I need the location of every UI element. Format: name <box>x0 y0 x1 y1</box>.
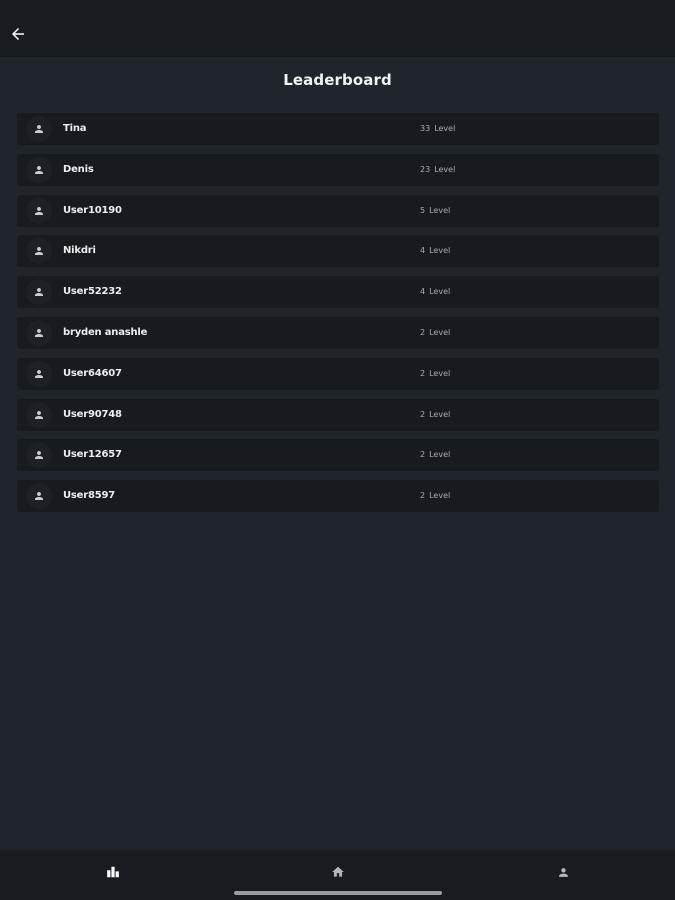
avatar <box>26 279 52 306</box>
avatar <box>26 116 52 142</box>
page-title: Leaderboard <box>283 71 392 89</box>
avatar <box>26 401 52 428</box>
level-value: 2 <box>420 327 426 337</box>
leaderboard-row-2[interactable]: Denis 23 Level <box>17 153 659 186</box>
app-root: Leaderboard Tina 33 Level Denis 23 Level U… <box>0 0 675 900</box>
level-label: Level <box>434 164 456 174</box>
leaderboard-row-4[interactable]: Nikdri 4 Level <box>17 235 659 268</box>
username: User90748 <box>63 408 122 420</box>
username: Tina <box>63 123 87 134</box>
level-indicator: 23 Level <box>420 154 455 186</box>
nav-home-button[interactable] <box>326 860 350 884</box>
username: User64607 <box>63 367 122 379</box>
username: User52232 <box>63 286 122 298</box>
level-value: 2 <box>420 409 426 419</box>
top-app-bar <box>0 0 675 57</box>
nav-leaderboard-button[interactable] <box>101 860 125 884</box>
arrow-left-icon <box>12 28 24 40</box>
level-label: Level <box>434 124 456 133</box>
person-icon <box>35 125 43 133</box>
level-indicator: 4 Level <box>420 235 450 267</box>
level-label: Level <box>429 327 451 337</box>
avatar <box>26 360 52 387</box>
leaderboard-row-1[interactable]: Tina 33 Level <box>17 113 659 145</box>
level-value: 4 <box>420 287 426 297</box>
level-label: Level <box>429 450 451 460</box>
avatar <box>26 483 52 510</box>
person-icon <box>35 206 43 215</box>
leaderboard-row-8[interactable]: User90748 2 Level <box>17 398 659 431</box>
leaderboard-row-10[interactable]: User8597 2 Level <box>17 480 659 513</box>
level-value: 2 <box>420 368 426 378</box>
level-value: 5 <box>420 205 426 215</box>
person-icon <box>35 410 43 419</box>
person-icon <box>35 492 43 501</box>
nav-profile-button[interactable] <box>551 860 575 884</box>
level-indicator: 2 Level <box>420 399 450 431</box>
level-label: Level <box>429 205 451 215</box>
avatar <box>26 238 52 265</box>
username: bryden anashle <box>63 326 148 338</box>
level-value: 33 <box>420 124 431 133</box>
level-indicator: 5 Level <box>420 195 450 227</box>
level-indicator: 2 Level <box>420 480 450 512</box>
level-label: Level <box>429 409 451 419</box>
leaderboard-row-3[interactable]: User10190 5 Level <box>17 194 659 227</box>
person-icon <box>35 451 43 460</box>
avatar <box>26 197 52 224</box>
avatar <box>26 156 52 183</box>
profile-icon <box>558 867 568 877</box>
level-value: 4 <box>420 246 426 256</box>
level-indicator: 2 Level <box>420 317 450 349</box>
person-icon <box>35 328 43 337</box>
leaderboard-icon <box>107 866 119 878</box>
leaderboard-row-7[interactable]: User64607 2 Level <box>17 357 659 390</box>
person-icon <box>35 247 43 256</box>
system-home-indicator[interactable] <box>234 891 442 895</box>
level-value: 23 <box>420 164 431 174</box>
leaderboard-row-5[interactable]: User52232 4 Level <box>17 276 659 309</box>
leaderboard-row-9[interactable]: User12657 2 Level <box>17 439 659 472</box>
level-value: 2 <box>420 450 426 460</box>
level-label: Level <box>429 246 451 256</box>
username: Nikdri <box>63 245 96 257</box>
level-indicator: 2 Level <box>420 358 450 390</box>
level-label: Level <box>429 287 451 297</box>
home-icon <box>332 866 344 877</box>
username: User12657 <box>63 449 122 461</box>
avatar <box>26 319 52 346</box>
username: User10190 <box>63 204 122 216</box>
level-label: Level <box>429 491 451 501</box>
level-indicator: 4 Level <box>420 276 450 308</box>
leaderboard-list: Tina 33 Level Denis 23 Level User10190 5 Le… <box>17 113 659 521</box>
avatar <box>26 442 52 469</box>
person-icon <box>35 288 43 297</box>
level-indicator: 2 Level <box>420 439 450 471</box>
level-label: Level <box>429 368 451 378</box>
person-icon <box>35 369 43 378</box>
username: User8597 <box>63 490 116 502</box>
username: Denis <box>63 163 94 175</box>
person-icon <box>35 165 43 174</box>
back-button[interactable] <box>6 22 30 46</box>
level-value: 2 <box>420 491 426 501</box>
leaderboard-row-6[interactable]: bryden anashle 2 Level <box>17 316 659 349</box>
level-indicator: 33 Level <box>420 113 455 145</box>
